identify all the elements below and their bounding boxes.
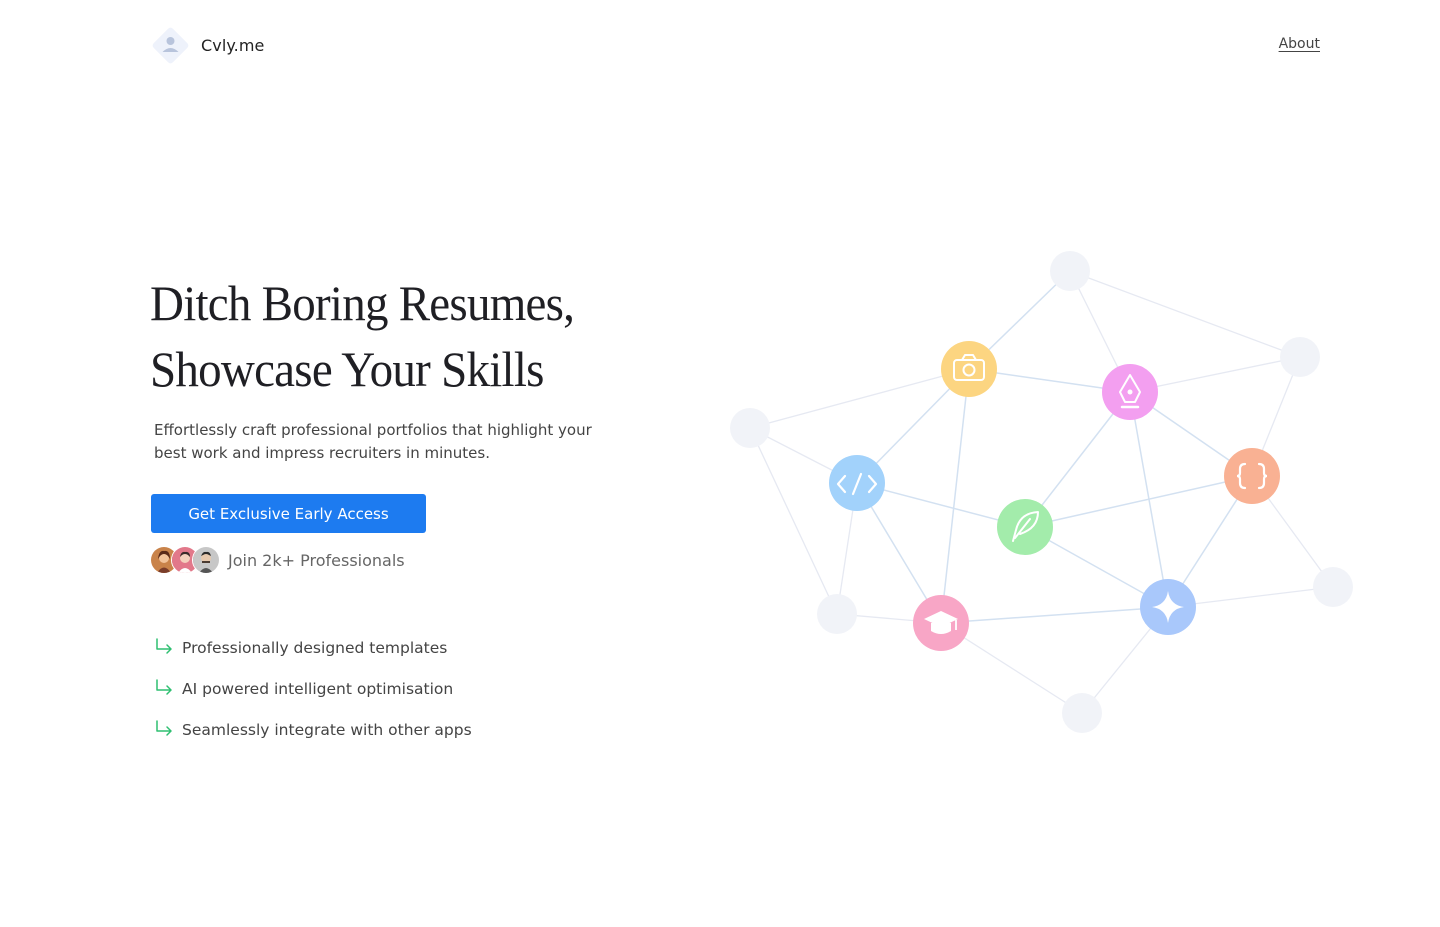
sparkle-icon <box>1140 579 1196 635</box>
logo-person-icon <box>150 25 191 66</box>
graduation-cap-icon <box>913 595 969 651</box>
network-node <box>817 594 857 634</box>
feature-label: Professionally designed templates <box>182 638 448 657</box>
feature-item: AI powered intelligent optimisation <box>154 668 472 709</box>
arrow-return-icon <box>156 678 172 695</box>
network-node <box>730 408 770 448</box>
avatar <box>192 546 220 574</box>
feature-item: Seamlessly integrate with other apps <box>154 709 472 750</box>
arrow-return-icon <box>156 637 172 654</box>
page-title: Ditch Boring Resumes, Showcase Your Skil… <box>150 270 676 402</box>
feature-item: Professionally designed templates <box>154 627 472 668</box>
feature-label: Seamlessly integrate with other apps <box>182 720 472 739</box>
code-icon <box>829 455 885 511</box>
logo[interactable]: Cvly.me <box>150 25 265 66</box>
network-node <box>1062 693 1102 733</box>
social-proof: Join 2k+ Professionals <box>150 546 405 574</box>
network-node <box>1280 337 1320 377</box>
logo-text: Cvly.me <box>201 36 265 55</box>
social-proof-text: Join 2k+ Professionals <box>228 550 405 570</box>
hero-subtext: Effortlessly craft professional portfoli… <box>154 421 592 462</box>
skills-network-illustration <box>730 251 1353 733</box>
network-node <box>1050 251 1090 291</box>
network-node <box>1313 567 1353 607</box>
braces-icon <box>1224 448 1280 504</box>
arrow-return-icon <box>156 719 172 736</box>
feather-icon <box>997 499 1053 555</box>
feature-label: AI powered intelligent optimisation <box>182 679 454 698</box>
headline-line-1: Ditch Boring Resumes, <box>150 275 575 331</box>
feature-list: Professionally designed templates AI pow… <box>154 627 472 750</box>
pen-nib-icon <box>1102 364 1158 420</box>
camera-icon <box>941 341 997 397</box>
early-access-button[interactable]: Get Exclusive Early Access <box>151 494 426 533</box>
headline-line-2: Showcase Your Skills <box>150 341 544 397</box>
nav-about-link[interactable]: About <box>1279 36 1320 52</box>
